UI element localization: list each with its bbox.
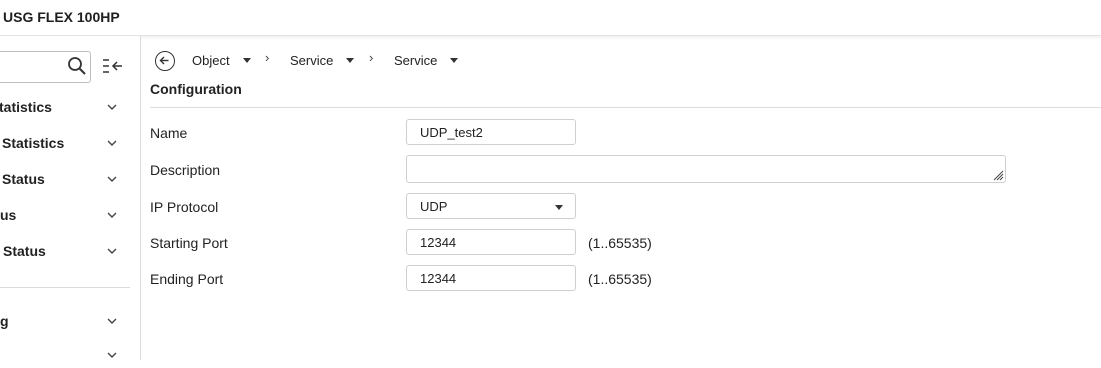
collapse-menu-icon[interactable] [101,57,123,75]
caret-down-icon[interactable] [243,58,251,63]
top-bar: USG FLEX 100HP [0,0,1101,36]
chevron-down-icon [107,248,117,254]
breadcrumb-service[interactable]: Service [394,53,437,68]
chevron-down-icon [107,104,117,110]
sidebar-search-input[interactable] [0,51,91,83]
sidebar-item-status-3[interactable]: Status [0,240,130,264]
ending-port-range: (1..65535) [588,271,652,287]
sidebar: tatistics Statistics Status us Status g [0,36,141,360]
sidebar-item-status-1[interactable]: Status [0,168,130,192]
sidebar-item-statistics-1[interactable]: tatistics [0,96,130,120]
name-label: Name [150,125,188,141]
sidebar-item-status-2[interactable]: us [0,204,130,228]
chevron-down-icon [107,176,117,182]
section-divider [150,107,1101,108]
chevron-right-icon: › [369,50,374,65]
sidebar-item-statistics-2[interactable]: Statistics [0,132,130,156]
caret-down-icon [555,205,563,210]
sidebar-item-label: g [0,313,9,329]
chevron-down-icon [107,140,117,146]
ending-port-input[interactable]: 12344 [406,265,576,291]
ip-protocol-label: IP Protocol [150,199,219,215]
sidebar-item-label: Status [2,171,45,187]
breadcrumb-object[interactable]: Object [192,53,230,68]
search-icon[interactable] [67,56,87,76]
ending-port-label: Ending Port [150,271,224,287]
sidebar-divider [0,287,130,288]
sidebar-item-label: tatistics [0,99,52,115]
description-label: Description [150,162,221,178]
caret-down-icon[interactable] [346,58,354,63]
starting-port-label: Starting Port [150,235,228,251]
main-content: Object › Service › Service Configuration… [141,36,1101,360]
sidebar-item-label: us [0,207,17,223]
resize-handle-icon[interactable] [992,169,1004,181]
arrow-left-icon [159,56,169,65]
description-textarea[interactable] [406,155,1006,183]
breadcrumb-service-category[interactable]: Service [290,53,333,68]
chevron-down-icon [107,212,117,218]
sidebar-item-label: Status [3,243,46,259]
sidebar-item-log[interactable]: g [0,310,130,334]
sidebar-item-more[interactable] [0,344,130,368]
device-name: USG FLEX 100HP [3,9,120,25]
caret-down-icon[interactable] [450,58,458,63]
name-input[interactable]: UDP_test2 [406,119,576,145]
sidebar-item-label: Statistics [2,135,65,151]
ip-protocol-select[interactable]: UDP [406,193,576,219]
section-title: Configuration [150,81,242,97]
chevron-down-icon [107,352,117,358]
back-button[interactable] [155,51,175,71]
ip-protocol-value: UDP [420,199,448,214]
chevron-right-icon: › [265,50,270,65]
starting-port-input[interactable]: 12344 [406,229,576,255]
chevron-down-icon [107,318,117,324]
starting-port-range: (1..65535) [588,235,652,251]
